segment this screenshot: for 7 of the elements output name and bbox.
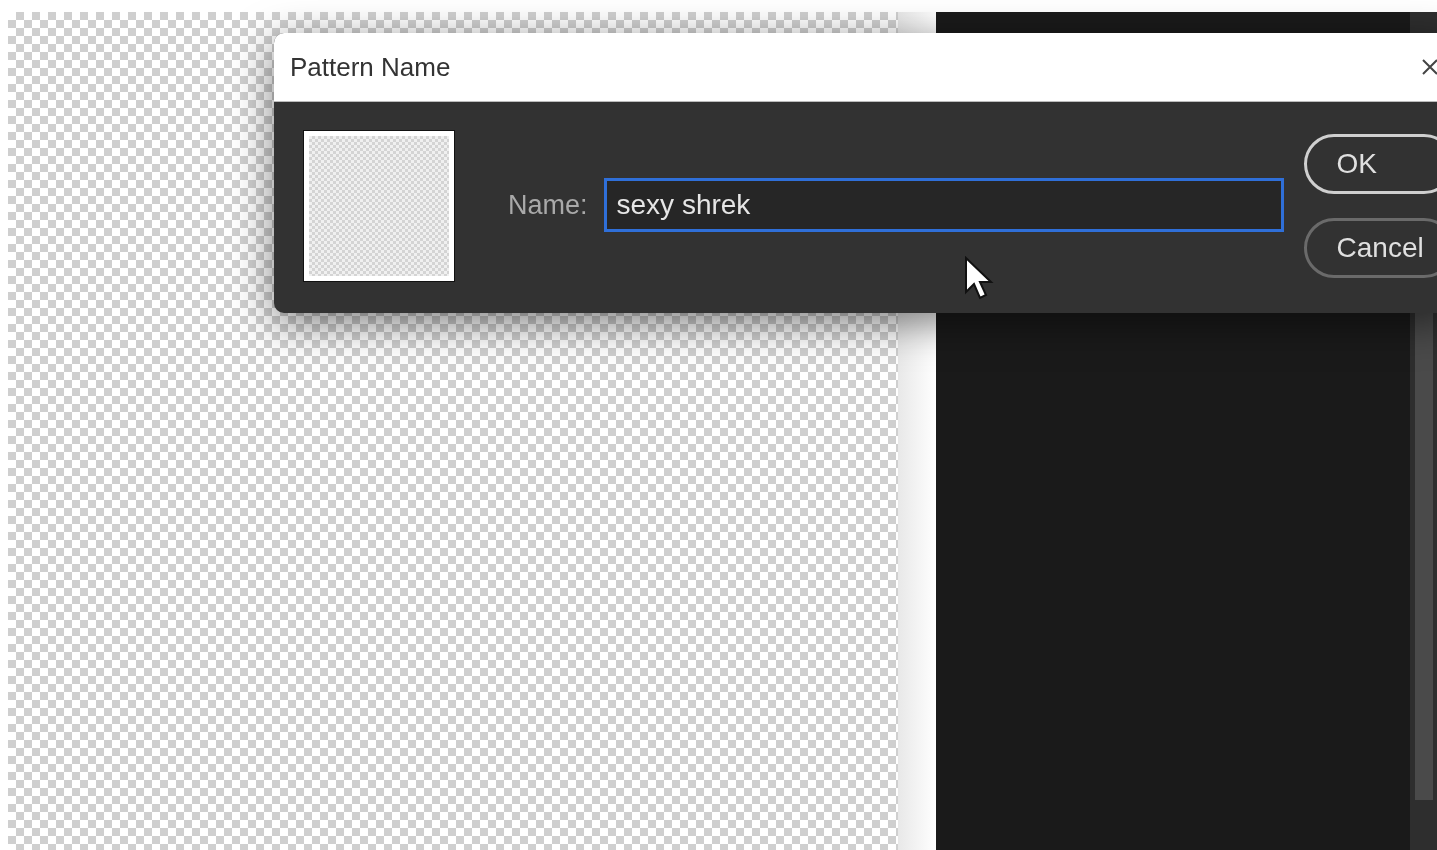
- close-icon[interactable]: [1420, 57, 1437, 77]
- dialog-title: Pattern Name: [290, 50, 451, 84]
- mouse-pointer-icon: [964, 256, 994, 302]
- name-input-field[interactable]: sexy shrek: [603, 178, 1284, 232]
- dialog-button[interactable]: OK: [1303, 134, 1437, 194]
- dialog-button[interactable]: Cancel: [1303, 218, 1437, 278]
- name-label: Name:: [508, 188, 588, 222]
